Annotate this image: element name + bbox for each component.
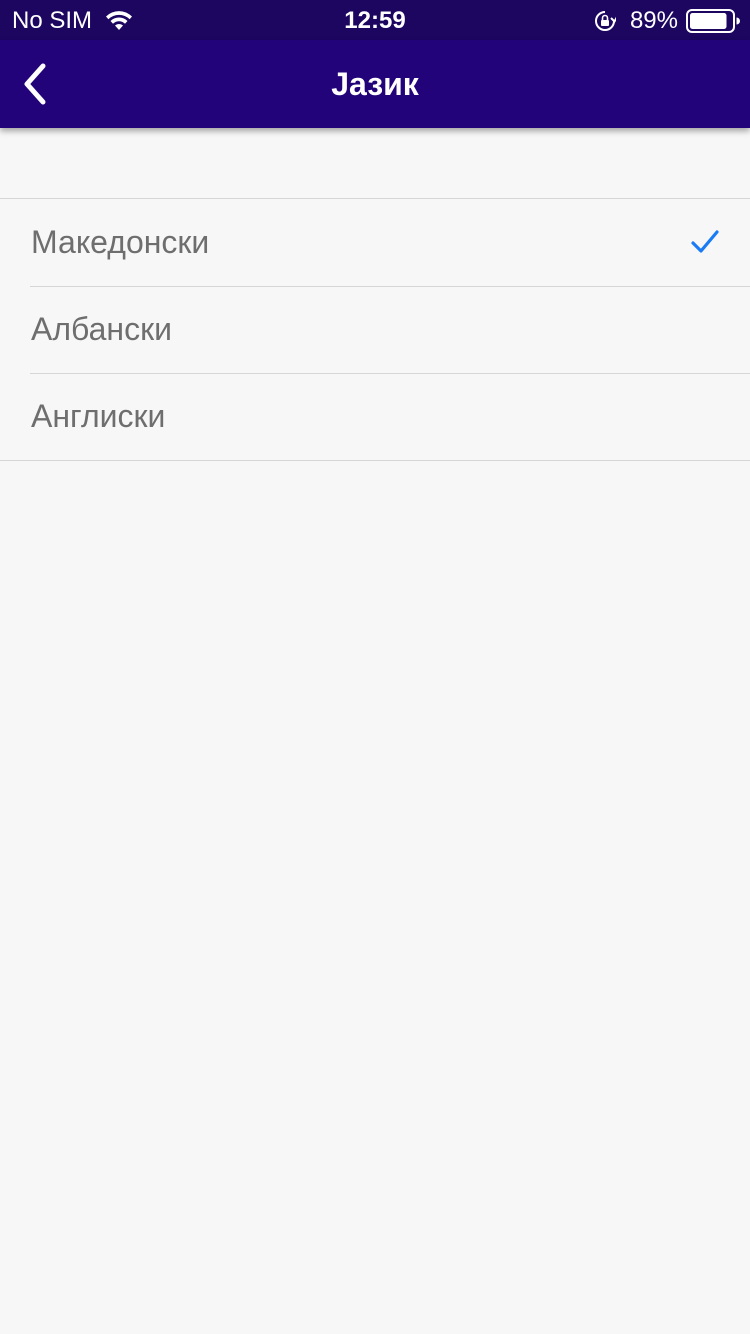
page-title: Јазик — [331, 66, 419, 102]
language-item-albanian[interactable]: Албански — [0, 286, 750, 373]
language-label: Албански — [31, 311, 172, 347]
battery-percent: 89% — [629, 7, 678, 34]
orientation-lock-icon — [594, 10, 618, 32]
status-bar: No SIM 12:59 89% — [0, 0, 750, 40]
language-item-macedonian[interactable]: Македонски — [0, 199, 750, 286]
checkmark-icon — [691, 230, 719, 253]
language-label: Англиски — [31, 398, 166, 434]
navigation-bar: Јазик — [0, 40, 750, 128]
language-list: Македонски Албански Англиски — [0, 198, 750, 461]
battery-icon — [686, 9, 740, 33]
language-label: Македонски — [31, 224, 210, 260]
status-right: 89% — [594, 7, 740, 35]
language-item-english[interactable]: Англиски — [0, 373, 750, 460]
